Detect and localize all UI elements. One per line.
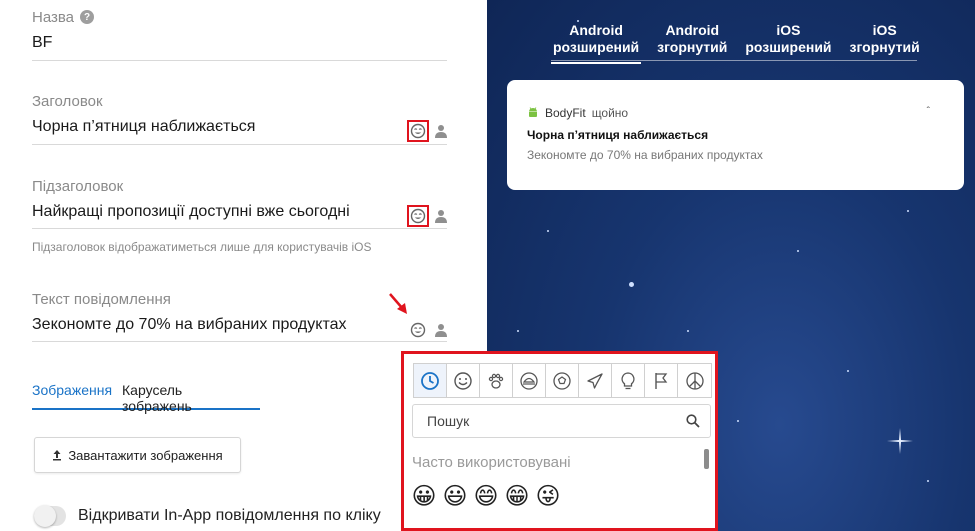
message-label: Текст повідомлення [32,290,171,308]
star [927,480,929,482]
star [629,282,634,287]
star [797,250,799,252]
upload-label: Завантажити зображення [68,447,223,463]
emoji-grin[interactable]: 😁 [503,482,531,510]
emoji-grinning[interactable]: 😀 [410,482,438,510]
title-input[interactable]: Чорна п’ятниця наближається [32,118,447,138]
frequently-used-title: Часто використовувані [412,454,571,471]
star [737,420,739,422]
help-icon[interactable]: ? [80,10,95,24]
android-icon [529,107,537,117]
smiley-icon[interactable] [447,364,480,397]
notification-title: Чорна п’ятниця наближається [527,128,709,142]
star [687,330,689,332]
red-arrow-icon [389,293,407,314]
message-emoji-icon[interactable] [407,319,429,341]
clock-icon[interactable] [414,364,447,397]
ball-icon[interactable] [546,364,579,397]
picker-scrollbar[interactable] [704,449,709,469]
tabs-divider [551,60,917,61]
emoji-list: 😀 😃 😄 😁 😜 [410,482,562,510]
image-tabs: Зображення Карусель зображень [32,382,260,414]
name-input[interactable]: BF [32,34,447,54]
title-emoji-icon[interactable] [407,120,429,142]
subtitle-underline [32,228,447,229]
search-icon[interactable] [686,414,700,428]
peace-icon[interactable] [678,364,711,397]
subtitle-input[interactable]: Найкращі пропозиції доступні вже сьогодн… [32,203,447,223]
notification-app-name: BodyFit [545,106,586,120]
inapp-toggle[interactable] [34,505,66,527]
title-label: Заголовок [32,92,103,110]
title-person-icon[interactable] [435,124,447,138]
subtitle-hint: Підзаголовок відображатиметься лише для … [32,240,372,254]
tab-ios-expanded[interactable]: iOS розширений [743,22,833,64]
bulb-icon[interactable] [612,364,645,397]
paw-icon[interactable] [480,364,513,397]
chevron-up-icon[interactable]: ˆ [927,106,930,117]
emoji-smiley[interactable]: 😃 [441,482,469,510]
title-underline [32,144,447,145]
subtitle-field[interactable]: Підзаголовок Найкращі пропозиції доступн… [32,177,447,229]
subtitle-person-icon[interactable] [435,209,447,223]
star [847,370,849,372]
plane-icon[interactable] [579,364,612,397]
emoji-picker: Часто використовувані 😀 😃 😄 😁 😜 [401,351,718,531]
emoji-category-bar [413,363,712,398]
emoji-wink-tongue[interactable]: 😜 [534,482,562,510]
flag-icon[interactable] [645,364,678,397]
tab-carousel[interactable]: Карусель зображень [122,382,250,414]
upload-icon [53,450,62,461]
message-underline [32,341,447,342]
name-underline [32,60,447,61]
name-field[interactable]: Назва ? BF [32,8,447,61]
food-icon[interactable] [513,364,546,397]
notification-card: BodyFit щойно ˆ Чорна п’ятниця наближаєт… [507,80,964,190]
subtitle-emoji-icon[interactable] [407,205,429,227]
star [907,210,909,212]
message-input[interactable]: Зекономте до 70% на вибраних продуктах [32,316,447,336]
tab-ios-collapsed[interactable]: iOS згорнутий [848,22,922,64]
message-person-icon[interactable] [435,323,447,337]
star [517,330,519,332]
tab-android-expanded[interactable]: Android розширений [551,22,642,64]
tab-android-collapsed[interactable]: Android згорнутий [655,22,729,64]
star [547,230,549,232]
upload-image-button[interactable]: Завантажити зображення [34,437,241,473]
sparkle-star-icon [887,428,913,454]
tab-image[interactable]: Зображення [32,382,112,408]
message-field[interactable]: Текст повідомлення Зекономте до 70% на в… [32,290,447,342]
title-field[interactable]: Заголовок Чорна п’ятниця наближається [32,92,447,145]
emoji-search-input[interactable] [427,413,667,429]
emoji-search[interactable] [412,404,711,438]
name-label: Назва [32,8,75,26]
notification-time: щойно [591,106,629,120]
subtitle-label: Підзаголовок [32,177,124,195]
inapp-toggle-label: Відкривати In-App повідомлення по кліку [78,507,381,524]
preview-tabs: Android розширений Android згорнутий iOS… [551,22,922,64]
inapp-toggle-row: Відкривати In-App повідомлення по кліку [34,505,381,527]
emoji-smile[interactable]: 😄 [472,482,500,510]
notification-body: Зекономте до 70% на вибраних продуктах [527,148,763,162]
